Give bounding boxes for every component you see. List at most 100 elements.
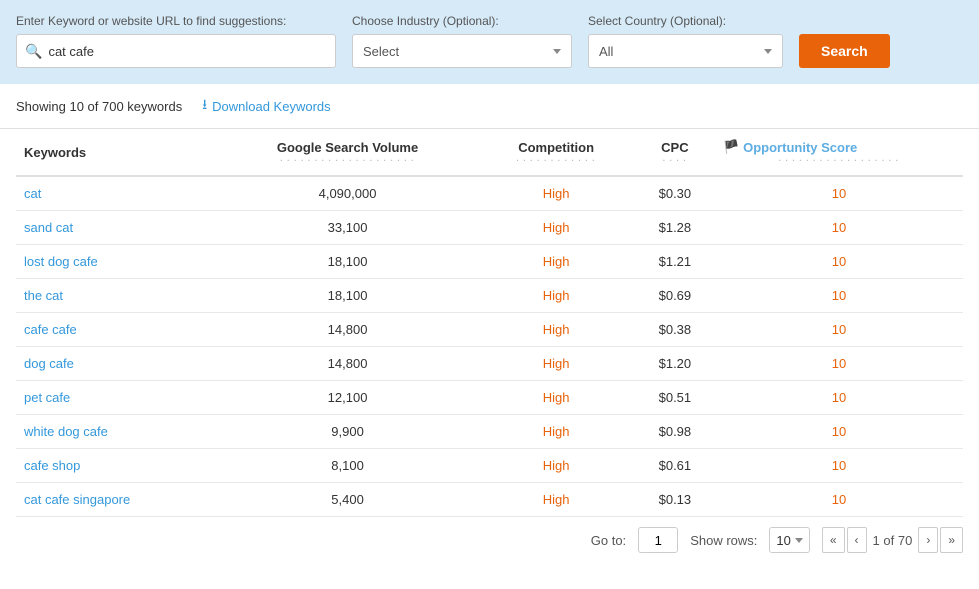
volume-cell: 5,400 <box>218 483 478 517</box>
opportunity-cell: 10 <box>715 483 963 517</box>
opportunity-cell: 10 <box>715 381 963 415</box>
competition-cell: High <box>477 381 634 415</box>
top-bar: Enter Keyword or website URL to find sug… <box>0 0 979 84</box>
show-rows-value: 10 <box>776 533 790 548</box>
opportunity-cell: 10 <box>715 245 963 279</box>
competition-cell: High <box>477 415 634 449</box>
show-rows-label: Show rows: <box>690 533 757 548</box>
cpc-cell: $0.61 <box>635 449 715 483</box>
opportunity-cell: 10 <box>715 176 963 211</box>
volume-cell: 14,800 <box>218 347 478 381</box>
table-row: dog cafe 14,800 High $1.20 10 <box>16 347 963 381</box>
col-header-competition-label: Competition <box>518 140 594 155</box>
cpc-cell: $0.51 <box>635 381 715 415</box>
industry-select-value: Select <box>363 44 399 59</box>
keyword-cell[interactable]: white dog cafe <box>16 415 218 449</box>
keyword-input[interactable] <box>48 44 327 59</box>
industry-label: Choose Industry (Optional): <box>352 14 572 28</box>
volume-cell: 14,800 <box>218 313 478 347</box>
col-header-keyword-label: Keywords <box>24 145 86 160</box>
opportunity-cell: 10 <box>715 449 963 483</box>
search-icon: 🔍 <box>25 43 42 60</box>
volume-dots: · · · · · · · · · · · · · · · · · · · · <box>226 156 470 165</box>
cpc-cell: $0.30 <box>635 176 715 211</box>
table-row: sand cat 33,100 High $1.28 10 <box>16 211 963 245</box>
opportunity-cell: 10 <box>715 279 963 313</box>
country-select[interactable]: All <box>588 34 783 68</box>
table-row: cat 4,090,000 High $0.30 10 <box>16 176 963 211</box>
competition-cell: High <box>477 211 634 245</box>
cpc-cell: $1.20 <box>635 347 715 381</box>
download-link[interactable]: ⭳ Download Keywords <box>202 94 330 118</box>
volume-cell: 4,090,000 <box>218 176 478 211</box>
keyword-cell[interactable]: cafe cafe <box>16 313 218 347</box>
table-row: lost dog cafe 18,100 High $1.21 10 <box>16 245 963 279</box>
volume-cell: 18,100 <box>218 245 478 279</box>
keyword-label: Enter Keyword or website URL to find sug… <box>16 14 336 28</box>
opportunity-header-wrapper: 🏴 Opportunity Score <box>723 139 955 155</box>
industry-select-group: Choose Industry (Optional): Select <box>352 14 572 68</box>
keyword-cell[interactable]: cat <box>16 176 218 211</box>
next-page-button[interactable]: › <box>918 527 938 553</box>
keyword-cell[interactable]: pet cafe <box>16 381 218 415</box>
last-page-button[interactable]: » <box>940 527 963 553</box>
volume-cell: 33,100 <box>218 211 478 245</box>
col-header-cpc-label: CPC <box>661 140 688 155</box>
opportunity-cell: 10 <box>715 415 963 449</box>
competition-cell: High <box>477 449 634 483</box>
table-row: cafe cafe 14,800 High $0.38 10 <box>16 313 963 347</box>
country-select-group: Select Country (Optional): All <box>588 14 783 68</box>
table-row: cat cafe singapore 5,400 High $0.13 10 <box>16 483 963 517</box>
chevron-down-icon <box>764 49 772 54</box>
col-header-volume: Google Search Volume · · · · · · · · · ·… <box>218 129 478 176</box>
first-page-button[interactable]: « <box>822 527 845 553</box>
cpc-cell: $0.38 <box>635 313 715 347</box>
keywords-table: Keywords Google Search Volume · · · · · … <box>16 129 963 517</box>
keyword-cell[interactable]: cat cafe singapore <box>16 483 218 517</box>
col-header-cpc: CPC · · · · <box>635 129 715 176</box>
opportunity-dots: · · · · · · · · · · · · · · · · · · <box>723 156 955 165</box>
goto-label: Go to: <box>591 533 626 548</box>
competition-cell: High <box>477 347 634 381</box>
chevron-down-icon <box>553 49 561 54</box>
volume-cell: 18,100 <box>218 279 478 313</box>
table-row: white dog cafe 9,900 High $0.98 10 <box>16 415 963 449</box>
country-label: Select Country (Optional): <box>588 14 783 28</box>
col-header-opportunity: 🏴 Opportunity Score · · · · · · · · · · … <box>715 129 963 176</box>
cpc-dots: · · · · <box>643 156 707 165</box>
keyword-cell[interactable]: cafe shop <box>16 449 218 483</box>
download-icon: ⭳ <box>202 94 207 118</box>
cpc-cell: $0.69 <box>635 279 715 313</box>
col-header-competition: Competition · · · · · · · · · · · · <box>477 129 634 176</box>
flag-icon: 🏴 <box>723 139 739 155</box>
volume-cell: 12,100 <box>218 381 478 415</box>
pagination-bar: Go to: Show rows: 10 « ‹ 1 of 70 › » <box>0 517 979 563</box>
opportunity-cell: 10 <box>715 313 963 347</box>
page-info: 1 of 70 <box>869 533 917 548</box>
cpc-cell: $0.98 <box>635 415 715 449</box>
competition-cell: High <box>477 313 634 347</box>
keyword-input-wrapper: 🔍 <box>16 34 336 68</box>
prev-page-button[interactable]: ‹ <box>847 527 867 553</box>
goto-input[interactable] <box>638 527 678 553</box>
search-button[interactable]: Search <box>799 34 890 68</box>
col-header-volume-label: Google Search Volume <box>277 140 418 155</box>
showing-text: Showing 10 of 700 keywords <box>16 99 182 114</box>
industry-select[interactable]: Select <box>352 34 572 68</box>
table-container: Keywords Google Search Volume · · · · · … <box>0 129 979 517</box>
subbar: Showing 10 of 700 keywords ⭳ Download Ke… <box>0 84 979 129</box>
keyword-cell[interactable]: the cat <box>16 279 218 313</box>
download-label: Download Keywords <box>212 99 331 114</box>
keyword-input-group: Enter Keyword or website URL to find sug… <box>16 14 336 68</box>
volume-cell: 9,900 <box>218 415 478 449</box>
cpc-cell: $1.28 <box>635 211 715 245</box>
keyword-cell[interactable]: lost dog cafe <box>16 245 218 279</box>
table-row: cafe shop 8,100 High $0.61 10 <box>16 449 963 483</box>
competition-cell: High <box>477 245 634 279</box>
keyword-cell[interactable]: dog cafe <box>16 347 218 381</box>
cpc-cell: $1.21 <box>635 245 715 279</box>
show-rows-select[interactable]: 10 <box>769 527 809 553</box>
table-row: the cat 18,100 High $0.69 10 <box>16 279 963 313</box>
keyword-cell[interactable]: sand cat <box>16 211 218 245</box>
chevron-down-icon <box>795 538 803 543</box>
